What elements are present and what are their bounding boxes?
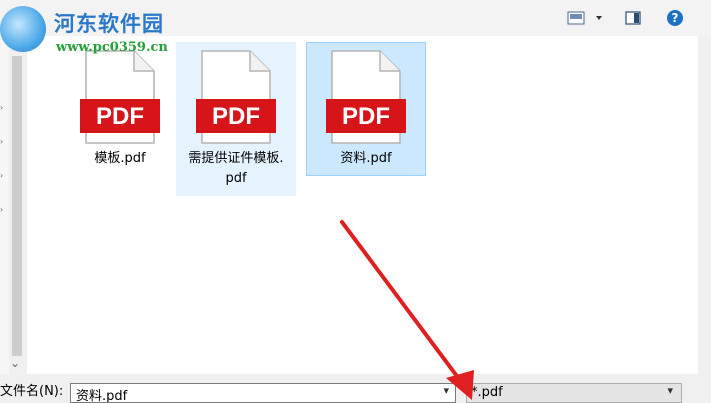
watermark-title: 河东软件园 [54, 11, 164, 36]
nav-scrollbar[interactable]: ⌄ [9, 36, 25, 374]
file-item-materials[interactable]: PDF 资料.pdf [306, 42, 426, 176]
dialog-footer: 文件名(N): 资料.pdf ▾ *.pdf ▾ [0, 374, 711, 403]
file-list-scrollbar[interactable] [698, 36, 711, 374]
file-name: 资料.pdf [340, 151, 392, 166]
file-item-template[interactable]: PDF 模板.pdf [60, 42, 180, 176]
pdf-file-icon: PDF [196, 50, 276, 144]
watermark-logo: 河东软件园 www.pc0359.cn [0, 2, 190, 62]
pdf-file-icon: PDF [80, 50, 160, 144]
watermark-url: www.pc0359.cn [56, 40, 168, 55]
filetype-select[interactable]: *.pdf ▾ [466, 383, 682, 403]
pdf-badge-text: PDF [96, 103, 144, 130]
chevron-down-icon[interactable]: ▾ [443, 384, 449, 397]
help-icon: ? [667, 10, 683, 26]
pdf-file-icon: PDF [326, 50, 406, 144]
file-name: 模板.pdf [94, 151, 146, 166]
scroll-down-icon[interactable]: ⌄ [10, 356, 20, 370]
logo-emblem-icon [0, 6, 46, 52]
pdf-badge-text: PDF [342, 103, 390, 130]
preview-pane-button[interactable] [622, 8, 644, 28]
nav-scroll-thumb[interactable] [12, 56, 22, 356]
file-item-id-template[interactable]: PDF 需提供证件模板.pdf [176, 42, 296, 196]
view-options-icon [567, 11, 602, 25]
nav-expander-marks: › › › › [0, 103, 4, 214]
filetype-value: *.pdf [471, 385, 503, 400]
help-button[interactable]: ? [664, 8, 686, 28]
filename-value: 资料.pdf [76, 389, 128, 403]
filename-input[interactable]: 资料.pdf ▾ [70, 383, 456, 403]
filename-label: 文件名(N): [0, 384, 64, 399]
chevron-down-icon[interactable]: ▾ [667, 384, 673, 397]
pdf-badge-text: PDF [212, 103, 260, 130]
file-list[interactable]: PDF 模板.pdf PDF 需提供证件模板.pdf PDF 资料.pdf [27, 36, 698, 374]
view-options-button[interactable] [563, 8, 607, 28]
file-name: 需提供证件模板.pdf [188, 151, 284, 186]
preview-pane-icon [625, 11, 641, 25]
